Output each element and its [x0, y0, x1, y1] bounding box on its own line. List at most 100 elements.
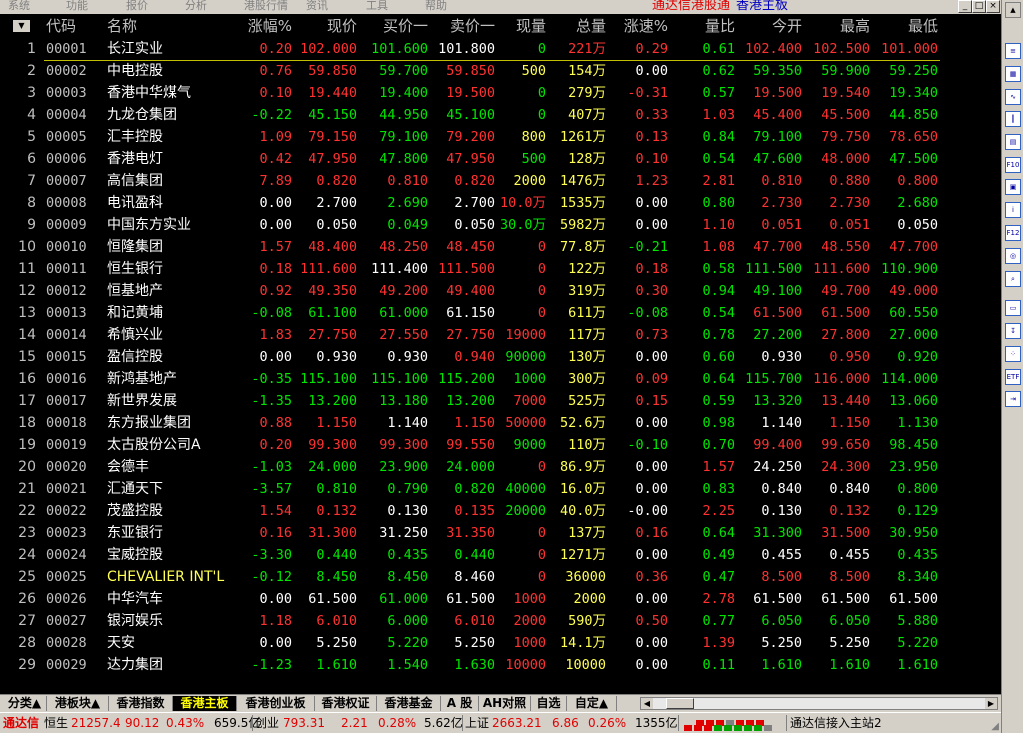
column-header-0[interactable]: 代码 — [46, 15, 106, 37]
tab-4[interactable]: 香港创业板 — [237, 696, 315, 711]
search-icon[interactable]: ⌕ — [1005, 271, 1021, 287]
stock-code: 00029 — [46, 657, 87, 673]
column-header-3[interactable]: 现价 — [295, 15, 357, 37]
column-header-2[interactable]: 涨幅% — [240, 15, 292, 37]
scroll-left-icon[interactable]: ◀ — [641, 698, 653, 709]
menu-item-2[interactable]: 报价 — [126, 0, 148, 12]
table-row[interactable]: 18 00018 东方报业集团 0.88 1.150 1.140 1.150 50000 52.… — [0, 412, 1001, 434]
table-row[interactable]: 10 00010 恒隆集团 1.57 48.400 48.250 48.450 0 77.8万 -… — [0, 236, 1001, 258]
tab-5[interactable]: 香港权证 — [315, 696, 377, 711]
table-row[interactable]: 19 00019 太古股份公司A 0.20 99.300 99.300 99.550 9000… — [0, 434, 1001, 456]
menu-item-6[interactable]: 工具 — [366, 0, 388, 12]
total-volume: 52.6万 — [559, 415, 606, 431]
table-row[interactable]: 9 00009 中国东方实业 0.00 0.050 0.049 0.050 30.0万 5982… — [0, 214, 1001, 236]
column-header-11[interactable]: 最高 — [805, 15, 870, 37]
table-row[interactable]: 6 00006 香港电灯 0.42 47.950 47.800 47.950 500 128万 0… — [0, 148, 1001, 170]
last-volume: 10000 — [505, 657, 546, 673]
scroll-right-icon[interactable]: ▶ — [985, 698, 997, 709]
bid-price: 31.250 — [379, 525, 428, 541]
news-icon[interactable]: ▣ — [1005, 179, 1021, 195]
table-row[interactable]: 27 00027 银河娱乐 1.18 6.010 6.000 6.010 2000 590万 0.… — [0, 610, 1001, 632]
list-icon[interactable]: ≡ — [1005, 43, 1021, 59]
sort-icon[interactable]: ↧ — [1005, 323, 1021, 339]
table-row[interactable]: 26 00026 中华汽车 0.00 61.500 61.000 61.500 1000 200… — [0, 588, 1001, 610]
menu-item-0[interactable]: 系统 — [8, 0, 30, 12]
tab-1[interactable]: 港板块▲ — [47, 696, 109, 711]
grid-icon[interactable]: ▦ — [1005, 66, 1021, 82]
column-header-5[interactable]: 卖价一 — [430, 15, 495, 37]
ask-price: 79.200 — [446, 129, 495, 145]
scroll-thumb[interactable] — [666, 698, 694, 709]
etf-icon[interactable]: ETF — [1005, 369, 1021, 385]
table-row[interactable]: 13 00013 和记黄埔 -0.08 61.100 61.000 61.150 0 611万 -… — [0, 302, 1001, 324]
tab-7[interactable]: A 股 — [441, 696, 479, 711]
last-volume: 50000 — [505, 415, 546, 431]
exit-icon[interactable]: ⇥ — [1005, 391, 1021, 407]
table-row[interactable]: 11 00011 恒生银行 0.18 111.600 111.400 111.500 0 122… — [0, 258, 1001, 280]
table-row[interactable]: 25 00025 CHEVALIER INT'L -0.12 8.450 8.450 8.4… — [0, 566, 1001, 588]
last-volume: 2000 — [513, 613, 546, 629]
minimize-icon[interactable]: _ — [958, 0, 972, 13]
table-row[interactable]: 3 00003 香港中华煤气 0.10 19.440 19.400 19.500 0 279万 -… — [0, 82, 1001, 104]
tab-0[interactable]: 分类▲ — [3, 696, 47, 711]
table-row[interactable]: 12 00012 恒基地产 0.92 49.350 49.200 49.400 0 319万 0.… — [0, 280, 1001, 302]
table-row[interactable]: 2 00002 中电控股 0.76 59.850 59.700 59.850 500 154万 0… — [0, 60, 1001, 82]
tab-6[interactable]: 香港基金 — [377, 696, 441, 711]
column-header-7[interactable]: 总量 — [548, 15, 606, 37]
index-hsi-name[interactable]: 恒生 — [44, 716, 68, 731]
table-row[interactable]: 16 00016 新鸿基地产 -0.35 115.100 115.100 115.200 10… — [0, 368, 1001, 390]
table-row[interactable]: 7 00007 高信集团 7.89 0.820 0.810 0.820 2000 1476万 1.… — [0, 170, 1001, 192]
column-header-6[interactable]: 现量 — [498, 15, 546, 37]
toolbar-up-arrow-icon[interactable]: ▲ — [1005, 2, 1021, 18]
table-row[interactable]: 17 00017 新世界发展 -1.35 13.200 13.180 13.200 7000 5… — [0, 390, 1001, 412]
index-gem-name[interactable]: 创业 — [255, 716, 279, 731]
candlestick-icon[interactable]: ┃ — [1005, 111, 1021, 127]
maximize-icon[interactable]: □ — [972, 0, 986, 13]
change-pct: 0.20 — [259, 41, 292, 57]
chart-line-icon[interactable]: ∿ — [1005, 89, 1021, 105]
tab-8[interactable]: AH对照 — [479, 696, 531, 711]
tab-2[interactable]: 香港指数 — [109, 696, 173, 711]
info-icon[interactable]: i — [1005, 202, 1021, 218]
volume-ratio: 0.54 — [702, 305, 735, 321]
table-row[interactable]: 1 00001 长江实业 0.20 102.000 101.600 101.800 0 221万… — [0, 38, 1001, 61]
index-sse-name[interactable]: 上证 — [465, 716, 489, 731]
column-header-1[interactable]: 名称 — [107, 15, 247, 37]
dice-icon[interactable]: ⁘ — [1005, 346, 1021, 362]
column-header-12[interactable]: 最低 — [873, 15, 938, 37]
column-header-10[interactable]: 今开 — [740, 15, 802, 37]
sort-desc-icon[interactable]: ▼ — [13, 20, 30, 32]
menu-item-1[interactable]: 功能 — [66, 0, 88, 12]
close-icon[interactable]: × — [986, 0, 1000, 13]
table-row[interactable]: 4 00004 九龙仓集团 -0.22 45.150 44.950 45.100 0 407万 0… — [0, 104, 1001, 126]
table-row[interactable]: 22 00022 茂盛控股 1.54 0.132 0.130 0.135 20000 40.0万… — [0, 500, 1001, 522]
horizontal-scrollbar[interactable]: ◀ ▶ — [640, 697, 998, 710]
table-icon[interactable]: ▤ — [1005, 134, 1021, 150]
table-row[interactable]: 8 00008 电讯盈科 0.00 2.700 2.690 2.700 10.0万 1535万 0… — [0, 192, 1001, 214]
table-row[interactable]: 20 00020 会德丰 -1.03 24.000 23.900 24.000 0 86.9万 0… — [0, 456, 1001, 478]
tab-3[interactable]: 香港主板 — [173, 696, 237, 711]
menu-item-3[interactable]: 分析 — [185, 0, 207, 12]
folder-icon[interactable]: ▭ — [1005, 300, 1021, 316]
tab-10[interactable]: 自定▲ — [567, 696, 617, 711]
column-header-8[interactable]: 涨速% — [610, 15, 668, 37]
f12-icon[interactable]: F12 — [1005, 225, 1021, 241]
column-header-4[interactable]: 买价一 — [358, 15, 428, 37]
table-row[interactable]: 28 00028 天安 0.00 5.250 5.220 5.250 1000 14.1万 0.0… — [0, 632, 1001, 654]
f10-circle-icon[interactable]: ◎ — [1005, 248, 1021, 264]
menu-item-5[interactable]: 资讯 — [306, 0, 328, 12]
menu-item-7[interactable]: 帮助 — [425, 0, 447, 12]
table-row[interactable]: 15 00015 盈信控股 0.00 0.930 0.930 0.940 90000 130万 0… — [0, 346, 1001, 368]
table-row[interactable]: 24 00024 宝威控股 -3.30 0.440 0.435 0.440 0 1271万 0.0… — [0, 544, 1001, 566]
high-price: 61.500 — [821, 305, 870, 321]
table-row[interactable]: 14 00014 希慎兴业 1.83 27.750 27.550 27.750 19000 11… — [0, 324, 1001, 346]
open-price: 19.500 — [753, 85, 802, 101]
menu-item-4[interactable]: 港股行情 — [244, 0, 288, 12]
column-header-9[interactable]: 量比 — [670, 15, 735, 37]
table-row[interactable]: 23 00023 东亚银行 0.16 31.300 31.250 31.350 0 137万 0.… — [0, 522, 1001, 544]
table-row[interactable]: 5 00005 汇丰控股 1.09 79.150 79.100 79.200 800 1261万… — [0, 126, 1001, 148]
table-row[interactable]: 29 00029 达力集团 -1.23 1.610 1.540 1.630 10000 1000… — [0, 654, 1001, 676]
table-row[interactable]: 21 00021 汇通天下 -3.57 0.810 0.790 0.820 40000 16.0… — [0, 478, 1001, 500]
f10-icon[interactable]: F10 — [1005, 157, 1021, 173]
tab-9[interactable]: 自选 — [531, 696, 567, 711]
